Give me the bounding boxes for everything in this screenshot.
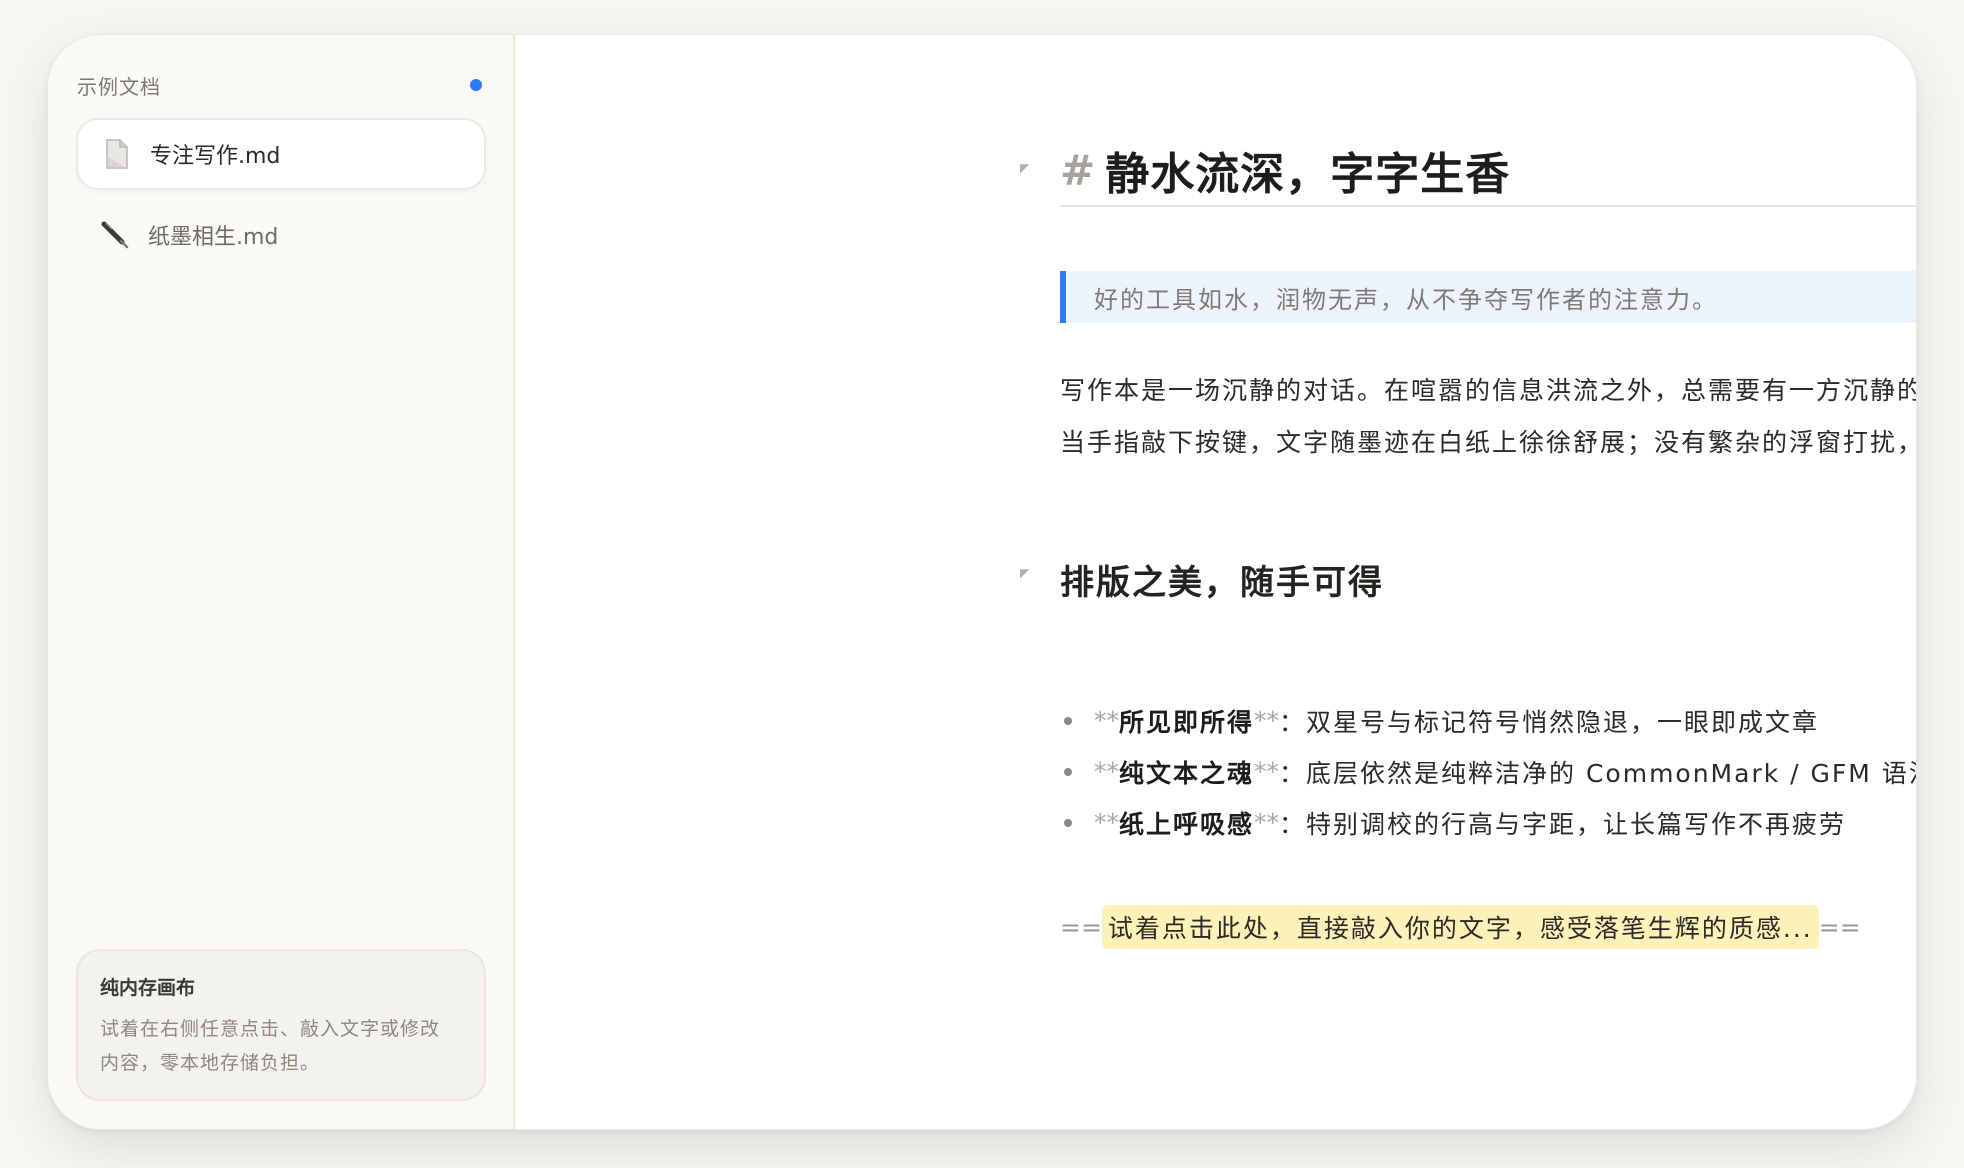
list-item-text: ：特别调校的行高与字距，让长篇写作不再疲劳 bbox=[1279, 809, 1847, 839]
list-item[interactable]: ** 纸上呼吸感 ** ：特别调校的行高与字距，让长篇写作不再疲劳 bbox=[1060, 797, 1916, 848]
blockquote[interactable]: 好的工具如水，润物无声，从不争夺写作者的注意力。 bbox=[1060, 271, 1916, 323]
bold-text: 纸上呼吸感 bbox=[1119, 809, 1255, 839]
bullet-icon bbox=[1064, 767, 1072, 776]
file-name: 专注写作.md bbox=[150, 144, 281, 169]
editor-canvas[interactable]: ◤ # 静水流深，字字生香 好的工具如水，润物无声，从不争夺写作者的注意力。 写… bbox=[515, 35, 1916, 1129]
paragraph-line: 当手指敲下按键，文字随墨迹在白纸上徐徐舒展；没有繁杂的浮窗打扰，只有光标在呼吸。 bbox=[1060, 428, 1916, 457]
paragraph-line: 写作本是一场沉静的对话。在喧嚣的信息洪流之外，总需要有一方沉静的书桌。 bbox=[1060, 376, 1917, 405]
file-name: 纸墨相生.md bbox=[148, 225, 279, 250]
highlight-text: 试着点击此处，直接敲入你的文字，感受落笔生辉的质感... bbox=[1101, 905, 1819, 949]
status-dot-icon bbox=[470, 79, 482, 91]
file-item-paper-ink[interactable]: 纸墨相生.md bbox=[76, 199, 486, 271]
info-card: 纯内存画布 试着在右侧任意点击、敲入文字或修改 内容，零本地存储负担。 bbox=[76, 949, 486, 1101]
document-icon bbox=[102, 137, 132, 171]
bold-mark: ** bbox=[1094, 808, 1119, 837]
bold-mark: ** bbox=[1254, 808, 1280, 837]
heading-2[interactable]: 排版之美，随手可得 bbox=[1060, 555, 1384, 604]
bold-mark: ** bbox=[1094, 706, 1119, 735]
list-item-text: ：底层依然是纯粹洁净的 CommonMark / GFM 语法 bbox=[1279, 758, 1917, 788]
list-item[interactable]: ** 所见即所得 ** ：双星号与标记符号悄然隐退，一眼即成文章 bbox=[1060, 695, 1916, 746]
app-window: 示例文档 专注写作.md 纸墨相生.md 纯内存画布 试着在右侧任意点击、敲入文… bbox=[47, 34, 1917, 1130]
fold-arrow-icon[interactable]: ◤ bbox=[1020, 161, 1029, 175]
blockquote-text: 好的工具如水，润物无声，从不争夺写作者的注意力。 bbox=[1094, 285, 1718, 314]
info-card-line: 内容，零本地存储负担。 bbox=[100, 1052, 321, 1074]
heading-1-text: 静水流深，字字生香 bbox=[1105, 149, 1511, 200]
sidebar: 示例文档 专注写作.md 纸墨相生.md 纯内存画布 试着在右侧任意点击、敲入文… bbox=[48, 35, 515, 1129]
bold-text: 纯文本之魂 bbox=[1119, 758, 1255, 788]
bullet-icon bbox=[1064, 716, 1072, 725]
pen-icon bbox=[100, 218, 130, 252]
sidebar-title: 示例文档 bbox=[77, 74, 161, 99]
list-item[interactable]: ** 纯文本之魂 ** ：底层依然是纯粹洁净的 CommonMark / GFM 语法 bbox=[1060, 746, 1917, 797]
bold-text: 所见即所得 bbox=[1119, 707, 1255, 737]
bullet-icon bbox=[1064, 818, 1072, 827]
highlight-mark: == bbox=[1060, 912, 1102, 942]
heading-mark: # bbox=[1060, 145, 1096, 195]
info-card-title: 纯内存画布 bbox=[100, 977, 196, 999]
highlight-line[interactable]: == 试着点击此处，直接敲入你的文字，感受落笔生辉的质感... == bbox=[1060, 905, 1861, 949]
paragraph[interactable]: 写作本是一场沉静的对话。在喧嚣的信息洪流之外，总需要有一方沉静的书桌。 当手指敲… bbox=[1060, 365, 1917, 469]
fold-arrow-icon[interactable]: ◤ bbox=[1020, 566, 1029, 580]
heading-1[interactable]: # 静水流深，字字生香 bbox=[1060, 135, 1916, 207]
bullet-list: ** 所见即所得 ** ：双星号与标记符号悄然隐退，一眼即成文章 ** 纯文本之魂 **：… bbox=[1060, 695, 1917, 848]
file-item-focus-writing[interactable]: 专注写作.md bbox=[76, 118, 486, 190]
bold-mark: ** bbox=[1254, 706, 1280, 735]
list-item-text: ：双星号与标记符号悄然隐退，一眼即成文章 bbox=[1279, 707, 1820, 737]
bold-mark: ** bbox=[1094, 757, 1119, 786]
sidebar-header: 示例文档 bbox=[77, 65, 484, 105]
highlight-mark: == bbox=[1818, 912, 1861, 942]
info-card-text: 试着在右侧任意点击、敲入文字或修改 内容，零本地存储负担。 bbox=[100, 1012, 462, 1080]
bold-mark: ** bbox=[1254, 757, 1280, 786]
info-card-line: 试着在右侧任意点击、敲入文字或修改 bbox=[100, 1018, 441, 1040]
